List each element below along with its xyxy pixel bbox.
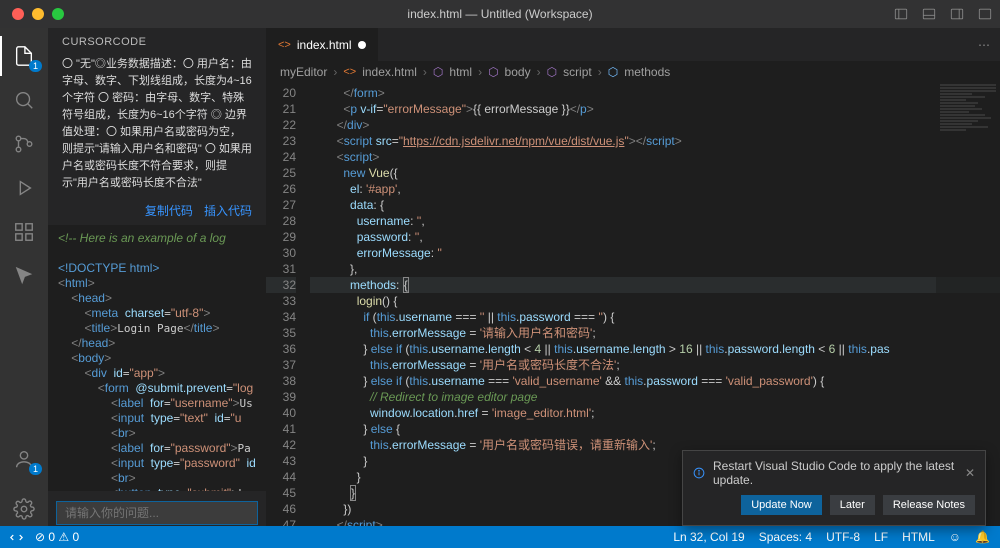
- prompt-input[interactable]: [56, 501, 258, 525]
- snippet-actions: 复制代码 插入代码: [48, 202, 266, 225]
- tab-label: index.html: [297, 38, 352, 52]
- info-icon: [693, 466, 705, 480]
- account-icon[interactable]: 1: [0, 439, 48, 479]
- release-notes-button[interactable]: Release Notes: [883, 495, 975, 515]
- title-bar: index.html — Untitled (Workspace): [0, 0, 1000, 28]
- close-window[interactable]: [12, 8, 24, 20]
- toggle-right-icon[interactable]: [950, 7, 964, 21]
- debug-icon[interactable]: [0, 168, 48, 208]
- tab-bar: <> index.html ⋯: [266, 28, 1000, 61]
- indent[interactable]: Spaces: 4: [759, 530, 812, 544]
- problems[interactable]: ⊘ 0 ⚠ 0: [35, 530, 79, 544]
- update-now-button[interactable]: Update Now: [741, 495, 822, 515]
- close-icon[interactable]: ✕: [965, 466, 975, 480]
- settings-icon[interactable]: [0, 489, 48, 529]
- insert-code-link[interactable]: 插入代码: [204, 204, 252, 218]
- toggle-panel-icon[interactable]: [922, 7, 936, 21]
- explorer-icon[interactable]: 1: [0, 36, 48, 76]
- copy-code-link[interactable]: 复制代码: [145, 204, 193, 218]
- search-icon[interactable]: [0, 80, 48, 120]
- requirements-text: 〇 "无"◎业务数据描述：〇 用户名：由字母、数字、下划线组成，长度为4~16个…: [48, 52, 266, 202]
- html-file-icon: <>: [278, 39, 291, 51]
- source-control-icon[interactable]: [0, 124, 48, 164]
- layout-icons: [894, 7, 992, 21]
- notification-text: Restart Visual Studio Code to apply the …: [713, 459, 957, 487]
- later-button[interactable]: Later: [830, 495, 875, 515]
- panel-title: CURSORCODE: [48, 28, 266, 52]
- side-panel: CURSORCODE 〇 "无"◎业务数据描述：〇 用户名：由字母、数字、下划线…: [48, 28, 266, 533]
- toggle-sidebar-icon[interactable]: [894, 7, 908, 21]
- window-controls: [0, 8, 64, 20]
- feedback-icon[interactable]: ☺: [949, 530, 961, 544]
- layout-icon[interactable]: [978, 7, 992, 21]
- maximize-window[interactable]: [52, 8, 64, 20]
- bell-icon[interactable]: 🔔: [975, 530, 990, 544]
- tab-index-html[interactable]: <> index.html: [266, 28, 379, 61]
- dirty-indicator-icon: [358, 41, 366, 49]
- update-notification: Restart Visual Studio Code to apply the …: [682, 450, 986, 526]
- breadcrumbs[interactable]: myEditor› <>index.html› ⬡html› ⬡body› ⬡s…: [266, 61, 1000, 83]
- activity-bar: 1 1: [0, 28, 48, 533]
- cursor-icon[interactable]: [0, 256, 48, 296]
- line-numbers: 2021222324252627282930313233343536373839…: [266, 83, 310, 533]
- encoding[interactable]: UTF-8: [826, 530, 860, 544]
- minimize-window[interactable]: [32, 8, 44, 20]
- extensions-icon[interactable]: [0, 212, 48, 252]
- eol[interactable]: LF: [874, 530, 888, 544]
- remote-icon[interactable]: [10, 530, 23, 544]
- cursor-position[interactable]: Ln 32, Col 19: [673, 530, 744, 544]
- language[interactable]: HTML: [902, 530, 935, 544]
- code-snippet: <!-- Here is an example of a log <!DOCTY…: [48, 225, 266, 491]
- status-bar: ⊘ 0 ⚠ 0 Ln 32, Col 19 Spaces: 4 UTF-8 LF…: [0, 526, 1000, 548]
- window-title: index.html — Untitled (Workspace): [407, 7, 592, 21]
- more-icon[interactable]: ⋯: [978, 38, 990, 52]
